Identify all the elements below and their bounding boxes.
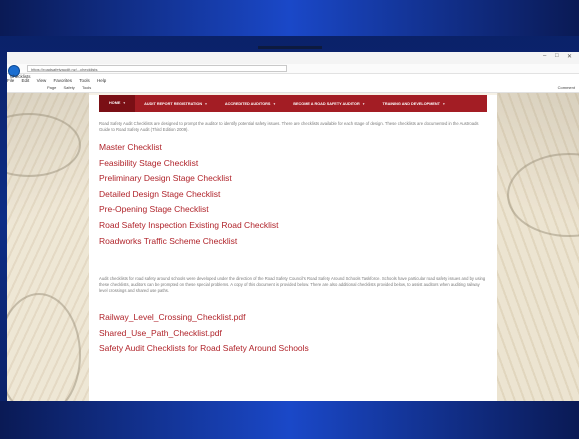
nav-audit-report-registration[interactable]: AUDIT REPORT REGISTRATION ▾ — [135, 102, 216, 106]
menu-help[interactable]: Help — [97, 78, 106, 83]
maximize-icon[interactable]: □ — [555, 53, 559, 59]
intro-paragraph: Road Safety Audit Checklists are designe… — [99, 121, 479, 132]
chevron-down-icon: ▾ — [442, 101, 445, 106]
nav-home-label: HOME — [109, 101, 121, 105]
nav-accredited-label: ACCREDITED AUDITORS — [224, 101, 271, 106]
nav-become-auditor[interactable]: BECOME A ROAD SAFETY AUDITOR ▾ — [284, 102, 373, 106]
web-page: HOME ▾ AUDIT REPORT REGISTRATION ▾ ACCREDI… — [7, 93, 579, 401]
menu-edit[interactable]: Edit — [22, 78, 30, 83]
nav-training-development[interactable]: TRAINING AND DEVELOPMENT ▾ — [374, 102, 454, 106]
link-schools-checklists[interactable]: Safety Audit Checklists for Road Safety … — [99, 341, 489, 357]
nav-accredited-auditors[interactable]: ACCREDITED AUDITORS ▾ — [216, 102, 284, 106]
aerial-photo-right — [497, 93, 579, 401]
slide-bottom-band — [0, 401, 579, 439]
menu-bar: File Edit View Favorites Tools Help — [7, 78, 579, 85]
nav-become-label: BECOME A ROAD SAFETY AUDITOR — [293, 101, 360, 106]
address-bar: https://roadsafetyaudit.nz/...checklists — [7, 64, 579, 77]
chevron-down-icon: ▾ — [362, 101, 365, 106]
close-icon[interactable]: ✕ — [567, 53, 572, 60]
link-detailed-design-checklist[interactable]: Detailed Design Stage Checklist — [99, 187, 489, 203]
menu-tools[interactable]: Tools — [79, 78, 90, 83]
site-navbar: HOME ▾ AUDIT REPORT REGISTRATION ▾ ACCREDI… — [99, 95, 487, 112]
url-input[interactable]: https://roadsafetyaudit.nz/...checklists — [27, 65, 287, 72]
command-bar: Page Safety Tools — [7, 85, 579, 93]
toolbar-page[interactable]: Page — [47, 85, 56, 90]
link-feasibility-stage-checklist[interactable]: Feasibility Stage Checklist — [99, 156, 489, 172]
link-master-checklist[interactable]: Master Checklist — [99, 140, 489, 156]
nav-audit-report-label: AUDIT REPORT REGISTRATION — [144, 101, 203, 106]
checklist-list: Master Checklist Feasibility Stage Check… — [99, 140, 489, 249]
menu-view[interactable]: View — [37, 78, 47, 83]
menu-file[interactable]: File — [7, 78, 14, 83]
link-preliminary-design-checklist[interactable]: Preliminary Design Stage Checklist — [99, 171, 489, 187]
slide-top-band — [0, 0, 579, 36]
browser-window: – □ ✕ https://roadsafetyaudit.nz/...chec… — [7, 52, 579, 401]
chevron-down-icon: ▾ — [273, 101, 276, 106]
link-road-safety-inspection-checklist[interactable]: Road Safety Inspection Existing Road Che… — [99, 218, 489, 234]
menu-favorites[interactable]: Favorites — [54, 78, 73, 83]
link-railway-level-crossing-pdf[interactable]: Railway_Level_Crossing_Checklist.pdf — [99, 310, 489, 326]
main-content: HOME ▾ AUDIT REPORT REGISTRATION ▾ ACCREDI… — [89, 95, 497, 401]
minimize-icon[interactable]: – — [543, 53, 546, 59]
schools-note-paragraph: Audit checklists for road safety around … — [99, 276, 486, 293]
toolbar-safety[interactable]: Safety — [63, 85, 74, 90]
nav-home[interactable]: HOME ▾ — [99, 95, 136, 112]
chevron-down-icon: ▾ — [205, 101, 207, 106]
toolbar-tools[interactable]: Tools — [82, 85, 91, 90]
chevron-down-icon: ▾ — [123, 101, 126, 105]
nav-training-label: TRAINING AND DEVELOPMENT — [382, 101, 440, 106]
toolbar-comment[interactable]: Comment — [558, 85, 575, 90]
slide-title-bar — [258, 46, 322, 49]
link-pre-opening-checklist[interactable]: Pre-Opening Stage Checklist — [99, 202, 489, 218]
file-list: Railway_Level_Crossing_Checklist.pdf Sha… — [99, 310, 489, 357]
link-shared-use-path-pdf[interactable]: Shared_Use_Path_Checklist.pdf — [99, 326, 489, 342]
link-roadworks-traffic-checklist[interactable]: Roadworks Traffic Scheme Checklist — [99, 234, 489, 250]
